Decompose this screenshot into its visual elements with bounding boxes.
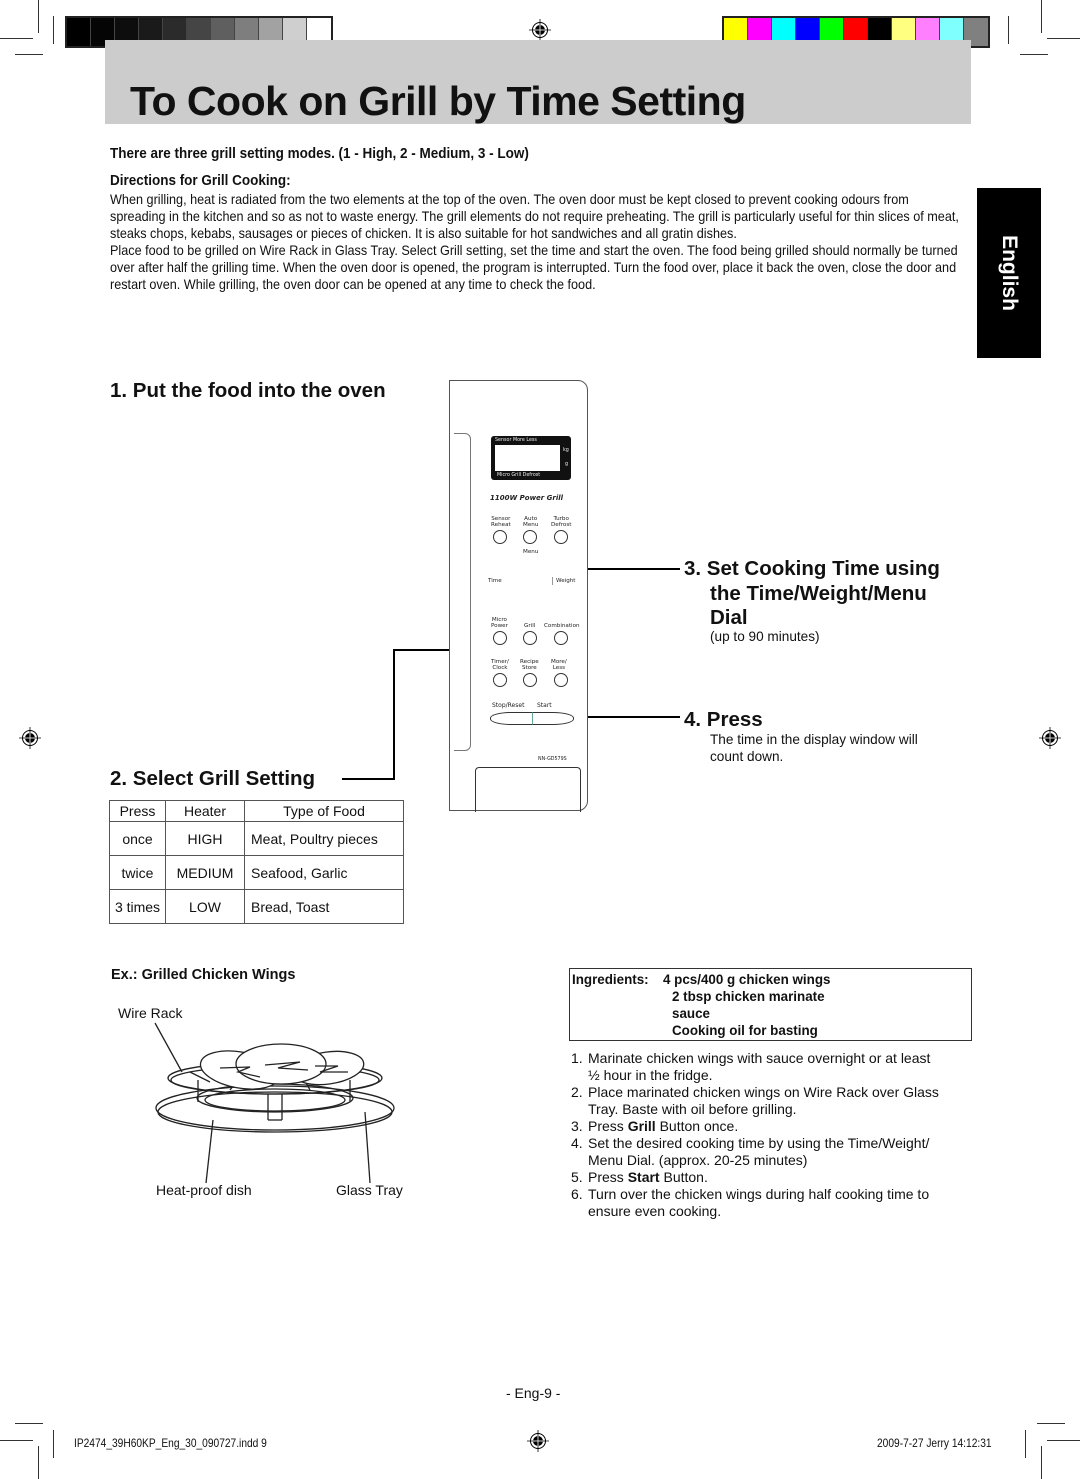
display-unit-kg: kg [563,448,569,453]
display-top-label: Sensor More Less [495,438,537,443]
column-header: Type of Food [244,800,404,822]
button-label: Combination [544,623,580,629]
button-label: Auto Menu [523,516,539,528]
table-header-row: Press Heater Type of Food [109,800,404,822]
timer-clock-button[interactable] [493,673,507,687]
crop-mark [1041,1446,1042,1479]
column-header: Press [109,800,166,822]
button-label: Sensor Reheat [491,516,511,528]
button-label: Grill [524,623,536,629]
heat-proof-dish [196,1083,354,1113]
instruction-item: 5. Press Start Button. [571,1169,708,1185]
crop-mark [1025,1430,1026,1458]
brand-label: 1100W Power Grill [490,494,564,502]
column-header: Heater [165,800,245,822]
wire-rack-illustration [154,1022,395,1184]
table-row: twice MEDIUM Seafood, Garlic [109,855,404,890]
ingredient-item: 2 tbsp chicken marinate [672,989,825,1004]
wire-rack-label: Wire Rack [118,1005,183,1021]
button-label: Timer/Clock [491,659,509,671]
ingredients-list: 4 pcs/400 g chicken wings 2 tbsp chicken… [663,971,830,1039]
ingredient-item: 4 pcs/400 g chicken wings [663,972,831,987]
display-bottom-label: Micro Grill Defrost [497,473,541,478]
micro-power-button[interactable] [493,631,507,645]
display-unit-g: g [565,462,569,467]
turbo-defrost-button[interactable] [554,530,568,544]
start-label: Start [537,702,552,709]
heater-cell: LOW [165,889,245,924]
heater-cell: HIGH [165,821,245,856]
combination-button[interactable] [554,631,568,645]
menu-label: Menu [523,549,539,555]
instruction-item: 6. Turn over the chicken wings during hal… [571,1186,930,1219]
display-window: Sensor More Less kg g Micro Grill Defros… [491,436,571,480]
file-name: IP2474_39H60KP_Eng_30_090727.indd 9 [74,1436,267,1450]
stop-reset-label: Stop/Reset [492,702,525,709]
crop-mark [0,1440,33,1441]
crop-mark [53,1430,54,1458]
button-label: Micro Power [491,617,508,629]
button-label: Turbo Defrost [551,516,572,528]
more-less-button[interactable] [554,673,568,687]
instruction-item: 3. Press Grill Button once. [571,1118,739,1134]
wire-rack-leader [154,1022,183,1073]
press-cell: twice [109,855,166,890]
food-cell: Bread, Toast [244,889,404,924]
page-number: - Eng-9 - [506,1385,561,1401]
door-open-button[interactable] [475,767,581,812]
grill-settings-table: Press Heater Type of Food once HIGH Meat… [109,800,404,924]
food-cell: Meat, Poultry pieces [244,821,404,856]
door-edge [454,433,471,751]
ingredient-item: sauce [672,1006,710,1021]
sensor-reheat-button[interactable] [493,530,507,544]
recipe-store-button[interactable] [523,673,537,687]
table-row: 3 times LOW Bread, Toast [109,889,404,924]
crop-mark [15,1423,43,1424]
crop-mark [1037,1423,1065,1424]
button-label: More/Less [551,659,567,671]
grill-button[interactable] [523,631,537,645]
instruction-list: 1. Marinate chicken wings with sauce over… [571,1050,981,1220]
crop-mark [1047,1440,1080,1441]
model-number: NN-GD579S [538,757,567,762]
display-screen [495,445,560,471]
table-row: once HIGH Meat, Poultry pieces [109,821,404,856]
stop-reset-button[interactable] [490,712,533,725]
ingredient-item: Cooking oil for basting [672,1023,818,1038]
instruction-item: 1. Marinate chicken wings with sauce over… [571,1050,931,1083]
ingredients-box: Ingredients: 4 pcs/400 g chicken wings 2… [569,968,972,1041]
time-weight-menu-dial[interactable] [499,561,559,607]
heater-cell: MEDIUM [165,855,245,890]
start-button[interactable] [532,712,574,725]
instruction-item: 4. Set the desired cooking time by using … [571,1135,930,1168]
press-cell: once [109,821,166,856]
food-cell: Seafood, Garlic [244,855,404,890]
auto-menu-button[interactable] [523,530,537,544]
crop-mark [38,1446,39,1479]
instruction-item: 2. Place marinated chicken wings on Wire … [571,1084,939,1117]
press-cell: 3 times [109,889,166,924]
print-timestamp: 2009-7-27 Jerry 14:12:31 [877,1436,992,1450]
example-heading: Ex.: Grilled Chicken Wings [111,967,296,983]
registration-mark-icon [527,1430,549,1452]
oven-control-panel: Sensor More Less kg g Micro Grill Defros… [449,380,588,812]
ingredients-label: Ingredients: [572,972,649,987]
button-label: Recipe Store [520,659,539,671]
